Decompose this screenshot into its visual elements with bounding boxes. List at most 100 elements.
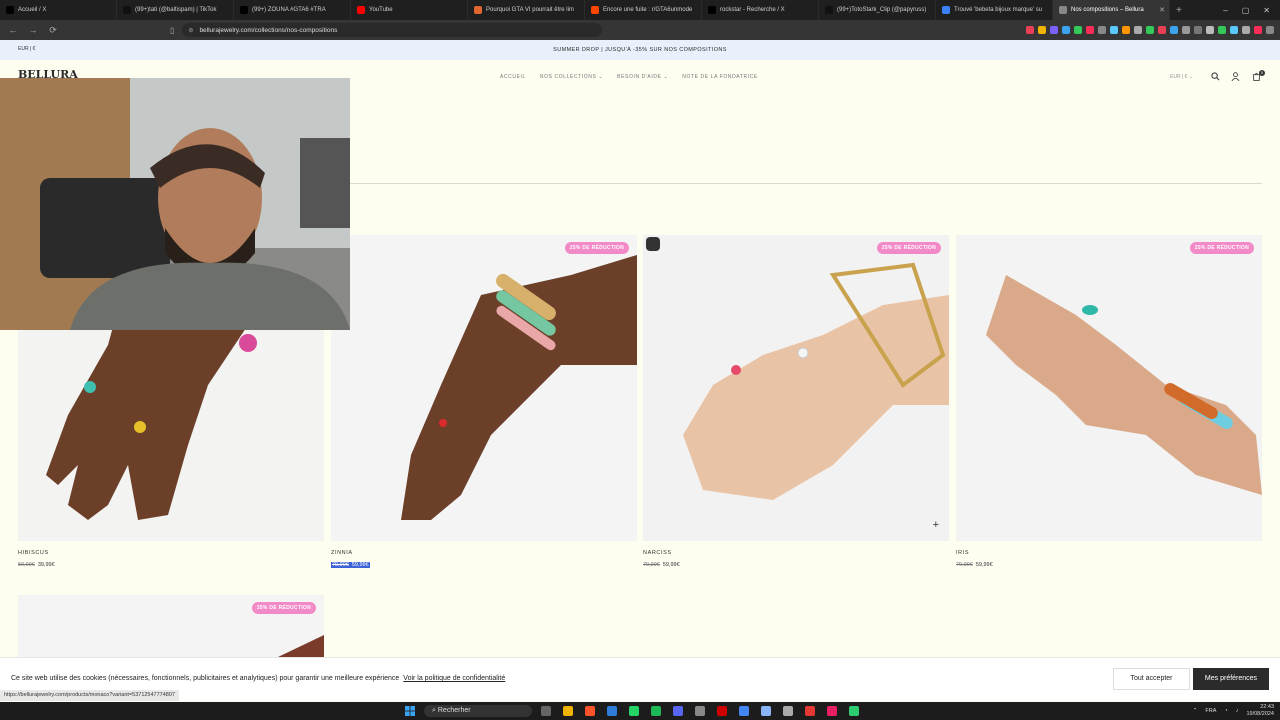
chrome-icon[interactable] [739, 706, 749, 716]
preferences-button[interactable]: Mes préférences [1193, 668, 1269, 690]
extension-icon[interactable] [1086, 26, 1094, 34]
browser-tab[interactable]: Trouvé 'bebeta bijoux marque' su [936, 0, 1053, 20]
extension-icon[interactable] [1230, 26, 1238, 34]
address-bar[interactable]: ⊜ bellurajewelry.com/collections/nos-com… [182, 23, 603, 37]
extension-icon[interactable] [1050, 26, 1058, 34]
add-to-cart-icon[interactable]: + [933, 519, 939, 531]
product-image [643, 235, 949, 541]
extension-icon[interactable] [1182, 26, 1190, 34]
extension-icon[interactable] [1134, 26, 1142, 34]
extension-icon[interactable] [1062, 26, 1070, 34]
nav-item-aide[interactable]: BESOIN D'AIDE ⌄ [617, 74, 668, 80]
tab-favicon-icon [825, 6, 833, 14]
promo-text: SUMMER DROP | JUSQU'À -35% SUR NOS COMPO… [553, 47, 727, 53]
menu-icon[interactable] [1266, 26, 1274, 34]
whatsapp-icon[interactable] [629, 706, 639, 716]
task-view-icon[interactable] [541, 706, 551, 716]
product-name[interactable]: ZINNIA [331, 550, 353, 556]
extension-icon[interactable] [1026, 26, 1034, 34]
spotify-icon[interactable] [651, 706, 661, 716]
nav-item-fondatrice[interactable]: NOTE DE LA FONDATRICE [682, 74, 758, 80]
app-icon[interactable] [849, 706, 859, 716]
tab-close-icon[interactable]: ✕ [1159, 6, 1165, 14]
tray-chevron-icon[interactable]: ⌃ [1193, 708, 1198, 714]
tab-title: Nos compositions – Bellura [1071, 7, 1144, 13]
tab-title: Accueil / X [18, 7, 47, 13]
volume-icon[interactable]: ♪ [1236, 708, 1239, 714]
browser-tab[interactable]: (99+) ZOUNA #GTA6 #TRA [234, 0, 351, 20]
file-explorer-icon[interactable] [563, 706, 573, 716]
old-price: 79,99€ [956, 562, 973, 568]
minimize-icon[interactable]: – [1223, 6, 1227, 15]
extension-icon[interactable] [1110, 26, 1118, 34]
app-icon[interactable] [827, 706, 837, 716]
extension-icon[interactable] [1206, 26, 1214, 34]
browser-tab[interactable]: (99+)tati (@baltispam) | TikTok [117, 0, 234, 20]
windows-start-icon[interactable] [405, 706, 415, 716]
app-icon[interactable] [805, 706, 815, 716]
cart-count-badge: 0 [1259, 70, 1265, 76]
nav-item-accueil[interactable]: ACCUEIL [500, 74, 526, 80]
account-icon[interactable] [1231, 72, 1240, 82]
tab-favicon-icon [942, 6, 950, 14]
window-controls: – ▢ ✕ [1223, 6, 1280, 15]
new-tab-icon[interactable]: + [1170, 5, 1188, 16]
browser-tab[interactable]: rockstar - Recherche / X [702, 0, 819, 20]
tab-favicon-icon [474, 6, 482, 14]
app-icon[interactable] [607, 706, 617, 716]
browser-tab[interactable]: Pourquoi GTA VI pourrait être lim [468, 0, 585, 20]
clock[interactable]: 22:43 19/08/2024 [1246, 704, 1274, 718]
search-icon[interactable] [1211, 72, 1220, 81]
bookmark-icon[interactable]: ▯ [170, 26, 174, 35]
browser-tab[interactable]: Encore une fuite : r/GTA6unmode [585, 0, 702, 20]
discord-icon[interactable] [673, 706, 683, 716]
product-name[interactable]: NARCISS [643, 550, 672, 556]
close-window-icon[interactable]: ✕ [1263, 6, 1270, 15]
discount-badge: 25% DE RÉDUCTION [564, 242, 629, 254]
product-name[interactable]: IRIS [956, 550, 969, 556]
browser-tab[interactable]: Nos compositions – Bellura ✕ [1053, 0, 1170, 20]
extension-icon[interactable] [1122, 26, 1130, 34]
header-currency-selector[interactable]: EUR | € ⌄ [1170, 74, 1193, 80]
extension-icon[interactable] [1158, 26, 1166, 34]
extension-icon[interactable] [1038, 26, 1046, 34]
browser-tab[interactable]: Accueil / X [0, 0, 117, 20]
browser-tab[interactable]: (99+)TotoStark_Clip (@papyruss) [819, 0, 936, 20]
product-name[interactable]: HIBISCUS [18, 550, 49, 556]
language-indicator[interactable]: FRA [1205, 708, 1216, 714]
maximize-icon[interactable]: ▢ [1242, 6, 1250, 15]
forward-icon[interactable]: → [26, 25, 40, 35]
site-info-icon[interactable]: ⊜ [188, 27, 193, 34]
settings-icon[interactable] [783, 706, 793, 716]
extension-icon[interactable] [1194, 26, 1202, 34]
tab-title: YouTube [369, 7, 393, 13]
brave-icon[interactable] [585, 706, 595, 716]
extension-icon[interactable] [1254, 26, 1262, 34]
product-card-zinnia[interactable]: 25% DE RÉDUCTION [331, 235, 637, 541]
wifi-icon[interactable]: ◔ [1224, 708, 1227, 714]
product-price: 79,99€ 59,99€ [331, 562, 370, 568]
extension-icon[interactable] [1146, 26, 1154, 34]
browser-tab[interactable]: YouTube [351, 0, 468, 20]
product-price: 79,99€ 59,99€ [956, 562, 993, 568]
reload-icon[interactable]: ⟳ [46, 25, 60, 36]
extension-icon[interactable] [1074, 26, 1082, 34]
nav-item-collections[interactable]: NOS COLLECTIONS ⌄ [540, 74, 603, 80]
app-icon[interactable] [695, 706, 705, 716]
product-card-iris[interactable]: 25% DE RÉDUCTION [956, 235, 1262, 541]
quickview-icon[interactable] [646, 237, 660, 251]
tab-list: Accueil / X (99+)tati (@baltispam) | TikT… [0, 0, 1170, 20]
product-card[interactable]: 35% DE RÉDUCTION [18, 595, 324, 657]
privacy-policy-link[interactable]: Voir la politique de confidentialité [403, 675, 505, 682]
extension-icon[interactable] [1218, 26, 1226, 34]
extension-icon[interactable] [1098, 26, 1106, 34]
extension-icon[interactable] [1170, 26, 1178, 34]
product-card-narciss[interactable]: 25% DE RÉDUCTION + [643, 235, 949, 541]
back-icon[interactable]: ← [6, 25, 20, 35]
browser-icon[interactable] [761, 706, 771, 716]
taskbar-search[interactable]: ⌕ Recherher [424, 705, 532, 717]
extension-icon[interactable] [1242, 26, 1250, 34]
tab-title: (99+)TotoStark_Clip (@papyruss) [837, 7, 927, 13]
app-icon[interactable] [717, 706, 727, 716]
accept-all-button[interactable]: Tout accepter [1113, 668, 1190, 690]
